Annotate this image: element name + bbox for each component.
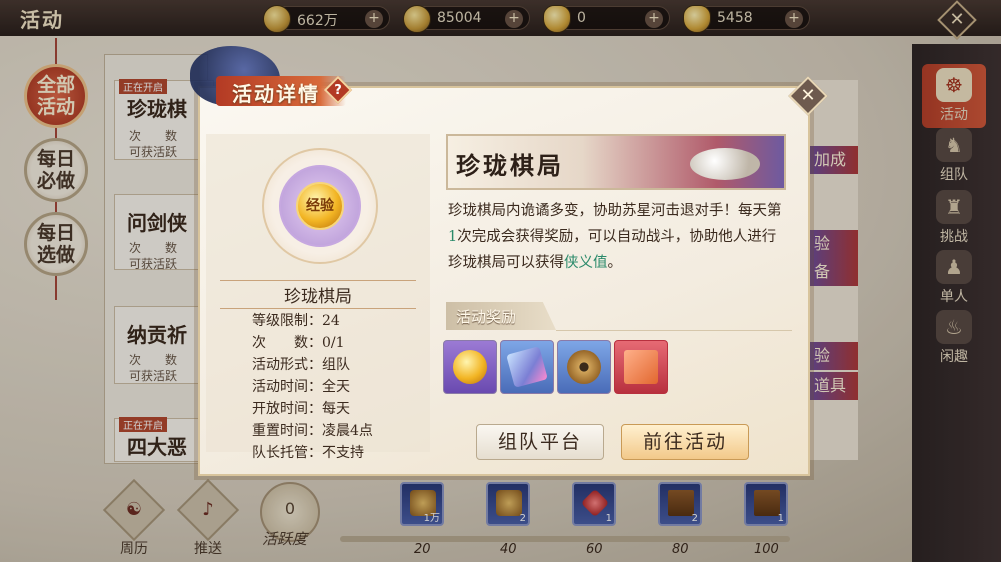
activity-description: 珍珑棋局内诡谲多变，协助苏星河击退对手！每天第1次完成会获得奖励，可以自动战斗，… — [448, 203, 782, 271]
team-platform-button[interactable]: 组队平台 — [476, 424, 604, 460]
reward-title: 活动奖励 — [456, 308, 517, 326]
question-icon: ? — [334, 83, 342, 98]
divider — [556, 330, 792, 331]
info-open-time: 开放时间：每天 — [252, 401, 350, 417]
reward-item[interactable] — [614, 340, 668, 394]
dialog-title: 活动详情 — [232, 82, 320, 106]
info-level-limit: 等级限制：24 — [252, 313, 340, 329]
copper-coin-icon — [567, 350, 601, 384]
banner-title: 珍珑棋局 — [456, 151, 564, 180]
info-form: 活动形式：组队 — [252, 357, 350, 373]
exp-medal-icon — [453, 350, 487, 384]
go-stones-icon — [690, 148, 760, 180]
info-count: 次 数：0/1 — [252, 335, 345, 351]
info-time: 活动时间：全天 — [252, 379, 350, 395]
reward-item[interactable] — [500, 340, 554, 394]
reward-item[interactable] — [557, 340, 611, 394]
go-to-activity-button[interactable]: 前往活动 — [621, 424, 749, 460]
info-reset-time: 重置时间：凌晨4点 — [252, 423, 373, 439]
red-scroll-icon — [624, 350, 658, 384]
close-icon: ✕ — [800, 85, 816, 106]
reward-item[interactable] — [443, 340, 497, 394]
skill-book-icon — [506, 346, 548, 388]
info-leader-auto: 队长托管：不支持 — [252, 445, 364, 461]
activity-name: 珍珑棋局 — [220, 280, 416, 309]
exp-medal-icon: 经验 — [296, 182, 344, 230]
